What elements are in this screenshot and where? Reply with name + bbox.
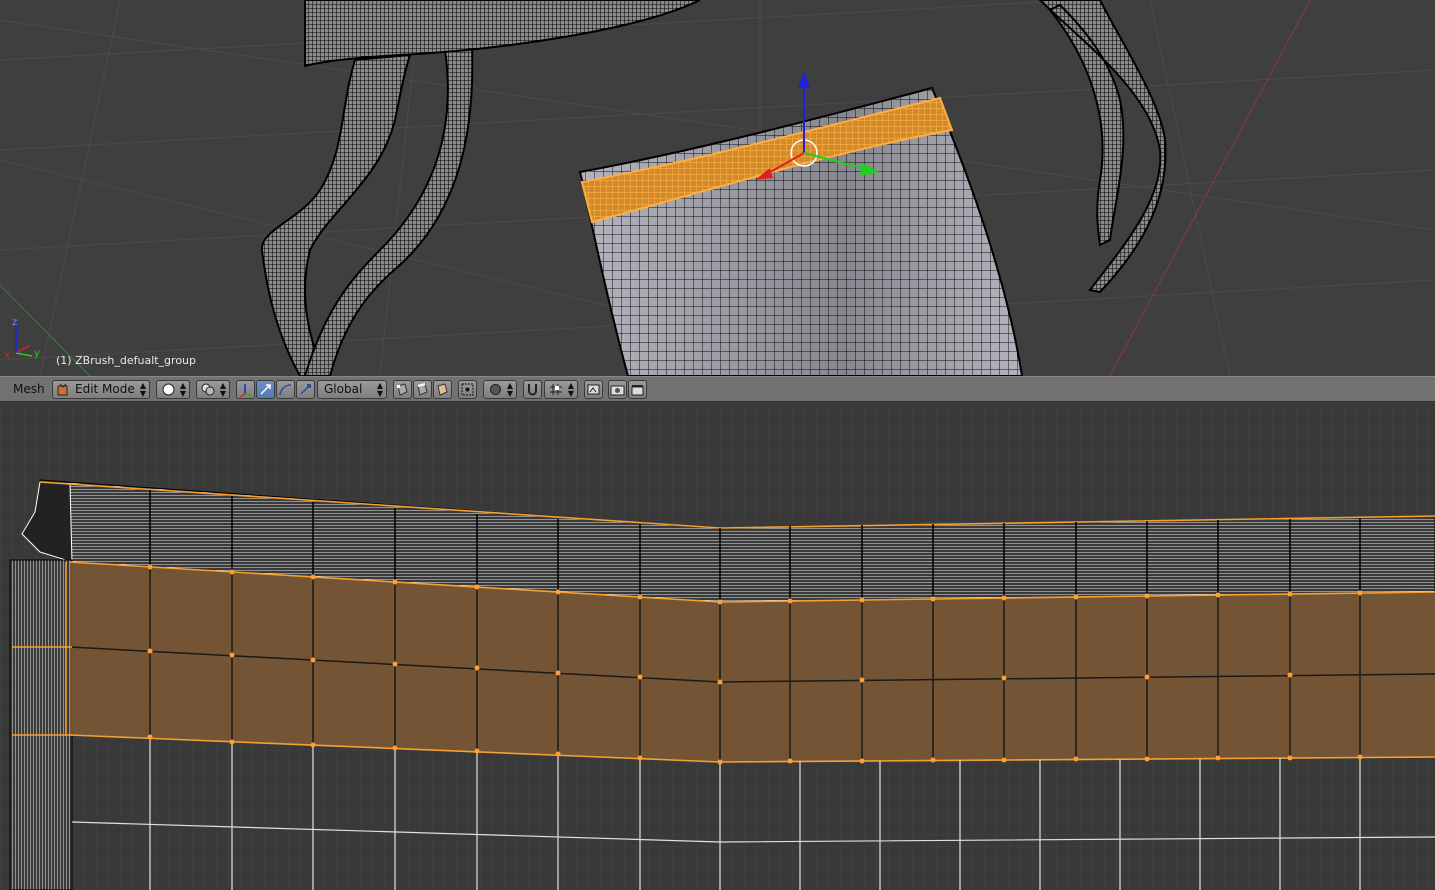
chevron-updown-icon: ▲ ▼ (506, 381, 513, 398)
chevron-updown-icon: ▲ ▼ (567, 381, 574, 398)
mode-dropdown[interactable]: Edit Mode ▲ ▼ (52, 380, 150, 399)
viewport-top[interactable]: x y z (1) ZBrush_defualt_group (0, 0, 1435, 376)
camera-icon (609, 381, 626, 398)
chevron-updown-icon: ▲ ▼ (219, 381, 226, 398)
viewport-bottom-canvas[interactable] (0, 402, 1435, 890)
shading-solid-icon (162, 383, 175, 401)
opengl-render-button[interactable] (608, 380, 627, 399)
axis-label-y: y (34, 348, 40, 359)
snap-icon (524, 381, 541, 398)
garment-body (578, 86, 1024, 376)
upper-band (304, 0, 701, 68)
mode-icon (57, 383, 69, 396)
manipulator-icon (237, 381, 254, 398)
strap-right (1038, 0, 1167, 294)
translate-button[interactable] (256, 380, 275, 399)
view-axis-gizmo: x y z (4, 317, 40, 361)
chevron-updown-icon: ▲ ▼ (376, 381, 383, 398)
rotate-button[interactable] (276, 380, 295, 399)
face-select-button[interactable] (433, 380, 452, 399)
x-axis-line (1109, 0, 1311, 376)
viewport-top-canvas[interactable]: x y z (0, 0, 1435, 376)
scale-button[interactable] (296, 380, 315, 399)
mesh-menu[interactable]: Mesh (13, 382, 45, 401)
chevron-updown-icon: ▲ ▼ (139, 381, 146, 398)
viewport-header: Mesh Edit Mode ▲ ▼ ▲ ▼ ▲ ▼ Global ▲ ▼ ▲ … (0, 376, 1435, 402)
face-select-icon (434, 381, 451, 398)
blender-window: x y z (1) ZBrush_defualt_group Mesh Edit… (0, 0, 1435, 890)
snap-toggle[interactable] (523, 380, 542, 399)
dense-column (9, 559, 73, 890)
shading-dropdown[interactable]: ▲ ▼ (156, 380, 190, 399)
translate-icon (257, 381, 274, 398)
active-object-label: (1) ZBrush_defualt_group (56, 354, 197, 367)
scale-icon (297, 381, 314, 398)
viewport-bottom[interactable] (0, 402, 1435, 890)
chevron-updown-icon: ▲ ▼ (179, 381, 186, 398)
orientation-label: Global (324, 382, 363, 396)
vertex-select-icon (394, 381, 411, 398)
vertex-select-button[interactable] (393, 380, 412, 399)
clapper-icon (629, 381, 646, 398)
proportional-icon (489, 383, 502, 401)
manipulator-toggle[interactable] (236, 380, 255, 399)
opengl-animation-button[interactable] (628, 380, 647, 399)
snap-target-dropdown[interactable]: ▲ ▼ (544, 380, 578, 399)
axis-label-z: z (12, 317, 17, 328)
proportional-edit-dropdown[interactable]: ▲ ▼ (483, 380, 517, 399)
render-button[interactable] (584, 380, 603, 399)
edge-select-icon (414, 381, 431, 398)
occlude-geometry-button[interactable] (458, 380, 477, 399)
orientation-dropdown[interactable]: Global ▲ ▼ (317, 380, 387, 399)
mode-label: Edit Mode (75, 382, 135, 396)
render-icon (585, 381, 602, 398)
rotate-icon (277, 381, 294, 398)
pivot-dropdown[interactable]: ▲ ▼ (196, 380, 230, 399)
axis-label-x: x (4, 350, 10, 361)
strap-left (260, 43, 474, 376)
pivot-icon (201, 383, 215, 401)
snap-target-icon (549, 383, 563, 401)
edge-select-button[interactable] (413, 380, 432, 399)
occlude-icon (459, 381, 476, 398)
